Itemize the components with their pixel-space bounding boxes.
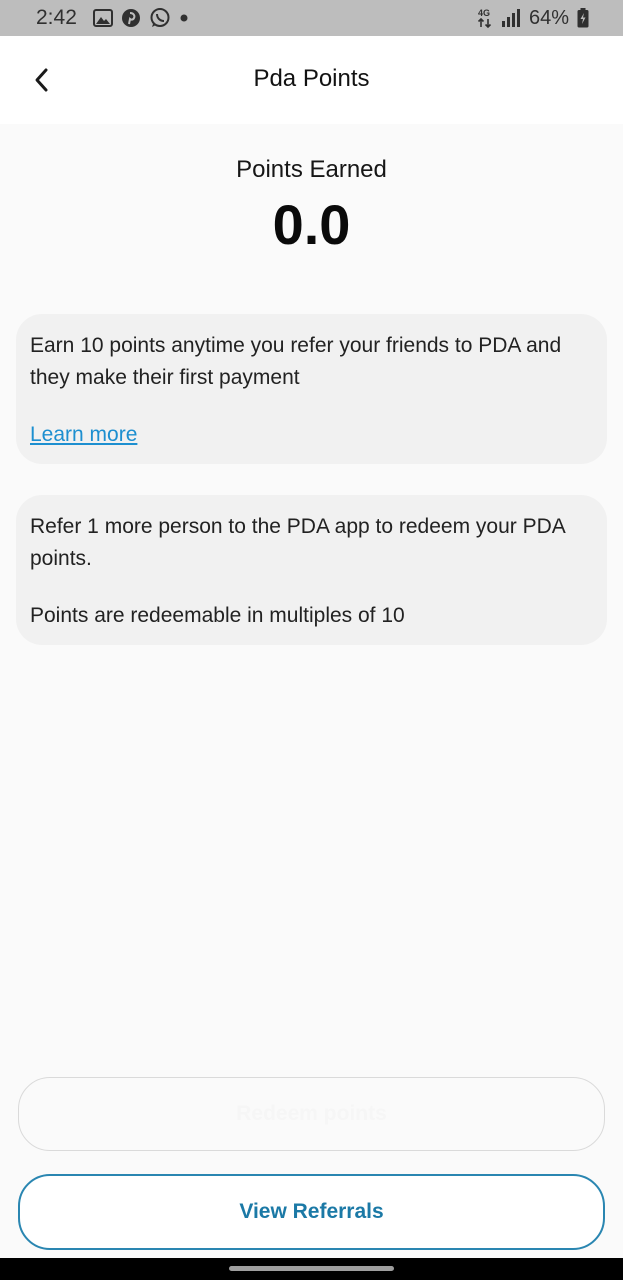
status-left: 2:42 (36, 6, 189, 30)
system-nav-bar (0, 1258, 623, 1280)
redeem-info-text: Refer 1 more person to the PDA app to re… (30, 515, 565, 570)
dot-icon (179, 13, 189, 23)
points-earned-value: 0.0 (272, 193, 351, 256)
status-time: 2:42 (36, 6, 77, 29)
app-bar: Pda Points (0, 36, 623, 124)
referral-info-text: Earn 10 points anytime you refer your fr… (30, 334, 562, 389)
referral-info-card: Earn 10 points anytime you refer your fr… (16, 314, 607, 464)
whatsapp-icon (149, 7, 171, 29)
view-referrals-button[interactable]: View Referrals (18, 1174, 605, 1250)
redeem-multiples-text: Points are redeemable in multiples of 10 (30, 604, 405, 627)
redeem-points-button[interactable]: Redeem points (18, 1077, 605, 1151)
network-4g-icon: 4G (477, 7, 493, 29)
page-title: Pda Points (253, 65, 370, 92)
gallery-icon (92, 9, 113, 27)
redeem-info-card: Refer 1 more person to the PDA app to re… (16, 495, 607, 645)
signal-icon (501, 9, 521, 27)
battery-percent: 64% (528, 6, 569, 29)
home-indicator[interactable] (229, 1266, 394, 1271)
status-bar: 2:42 4G 64% (0, 0, 623, 36)
status-right: 4G 64% (477, 7, 589, 30)
learn-more-link[interactable]: Learn more (30, 419, 137, 451)
points-earned-label: Points Earned (236, 156, 387, 183)
battery-charging-icon (577, 8, 589, 28)
network-label: 4G (478, 8, 490, 18)
pinterest-icon (121, 8, 141, 28)
